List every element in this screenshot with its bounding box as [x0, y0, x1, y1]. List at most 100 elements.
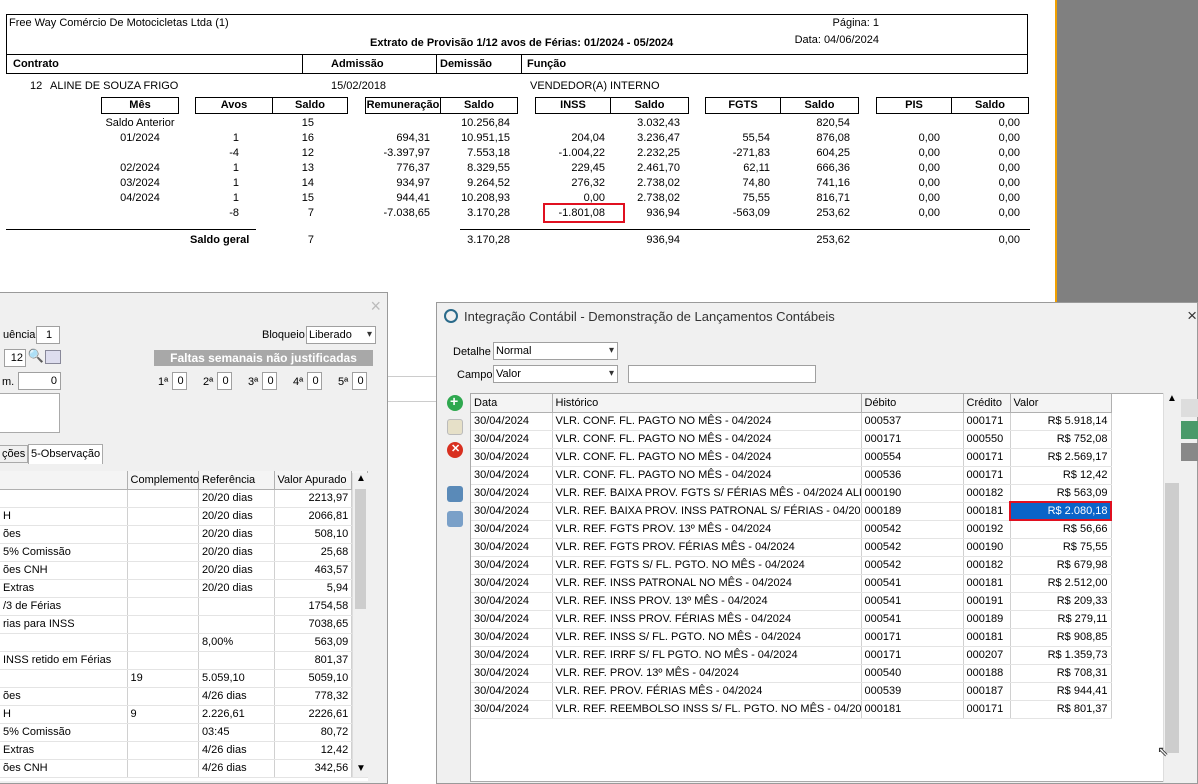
table-row[interactable]: /3 de Férias1754,58+ [0, 597, 368, 616]
report-cell-remun: -7.038,65 [383, 207, 430, 219]
table-cell [127, 597, 199, 616]
table-row[interactable]: ões20/20 dias508,10+ [0, 525, 368, 544]
copy-icon[interactable] [447, 486, 463, 502]
table-row[interactable]: 8,00%563,09= [0, 633, 368, 652]
left-grid-scrollbar[interactable]: ▲ ▼ [352, 473, 368, 777]
m-input[interactable]: 0 [18, 372, 61, 390]
table-row[interactable]: 30/04/2024 VLR. REF. PROV. 13º MÊS - 04/2… [471, 664, 1112, 683]
export-icon[interactable] [1181, 421, 1198, 439]
table-cell: VLR. REF. INSS PATRONAL NO MÊS - 04/2024 [552, 574, 862, 593]
detalhe-select[interactable]: Normal [493, 342, 618, 360]
table-row[interactable]: rias para INSS7038,65- [0, 615, 368, 634]
code-input[interactable]: 12 [4, 349, 26, 367]
entries-scroll-up-icon[interactable]: ▲ [1167, 393, 1177, 404]
table-row[interactable]: H92.226,612226,61+ [0, 705, 368, 724]
week-input[interactable]: 0 [307, 372, 322, 390]
table-row[interactable]: 30/04/2024 VLR. CONF. FL. PAGTO NO MÊS - … [471, 412, 1112, 431]
left-column-header[interactable]: Complemento [127, 471, 199, 490]
table-row[interactable]: H20/20 dias2066,81+ [0, 507, 368, 526]
table-row[interactable]: 30/04/2024 VLR. CONF. FL. PAGTO NO MÊS - … [471, 448, 1112, 467]
table-row[interactable]: ões4/26 dias778,32+ [0, 687, 368, 706]
left-column-header[interactable] [0, 471, 128, 490]
tab-observacao[interactable]: 5-Observação [28, 444, 103, 464]
left-column-header[interactable]: Valor Apurado [274, 471, 353, 490]
table-cell: 30/04/2024 [471, 520, 553, 539]
table-row[interactable]: 30/04/2024 VLR. REF. INSS PROV. FÉRIAS MÊ… [471, 610, 1112, 629]
table-row[interactable]: Extras4/26 dias12,42+ [0, 741, 368, 760]
left-window-close-icon[interactable]: × [370, 296, 381, 317]
table-row[interactable]: 20/20 dias2213,97+ [0, 489, 368, 508]
table-cell: 000540 [861, 664, 964, 683]
scroll-thumb[interactable] [355, 489, 366, 609]
table-cell [198, 651, 275, 670]
table-row[interactable]: 5% Comissão03:4580,72+ [0, 723, 368, 742]
table-row[interactable]: 30/04/2024 VLR. REF. FGTS PROV. FÉRIAS MÊ… [471, 538, 1112, 557]
campo-select[interactable]: Valor [493, 365, 618, 383]
bloqueio-select[interactable]: Liberado [306, 326, 376, 344]
table-cell: VLR. REF. IRRF S/ FL PGTO. NO MÊS - 04/2… [552, 646, 862, 665]
week-label: 1ª [158, 376, 169, 388]
report-cell-inss: -1.004,22 [558, 147, 605, 159]
table-row[interactable]: 30/04/2024 VLR. REF. REEMBOLSO INSS S/ FL… [471, 700, 1112, 719]
table-cell: 000189 [963, 610, 1011, 629]
table-row[interactable]: 30/04/2024 VLR. REF. FGTS PROV. 13º MÊS -… [471, 520, 1112, 539]
table-row[interactable]: 30/04/2024 VLR. REF. BAIXA PROV. FGTS S/ … [471, 484, 1112, 503]
table-row[interactable]: 30/04/2024 VLR. REF. INSS PATRONAL NO MÊS… [471, 574, 1112, 593]
table-row[interactable]: 30/04/2024 VLR. REF. BAIXA PROV. INSS PAT… [471, 501, 1112, 521]
search-icon[interactable]: 🔍 [27, 348, 45, 366]
list-icon[interactable] [45, 350, 61, 364]
left-column-header[interactable]: Referência [198, 471, 275, 490]
table-row[interactable]: 30/04/2024 VLR. REF. FGTS S/ FL. PGTO. NO… [471, 556, 1112, 575]
print-icon[interactable] [1181, 443, 1198, 461]
table-row[interactable]: 30/04/2024 VLR. CONF. FL. PAGTO NO MÊS - … [471, 430, 1112, 449]
table-row[interactable]: 5% Comissão20/20 dias25,68+ [0, 543, 368, 562]
table-cell: 000189 [861, 502, 964, 521]
entries-column-header[interactable]: Crédito [963, 394, 1011, 413]
entries-column-header[interactable]: Data [471, 394, 553, 413]
table-row[interactable]: 30/04/2024 VLR. REF. PROV. FÉRIAS MÊS - 0… [471, 682, 1112, 701]
table-cell [127, 543, 199, 562]
table-cell: 342,56 [274, 759, 353, 778]
scroll-up-icon[interactable]: ▲ [356, 473, 366, 484]
window-close-icon[interactable]: × [1187, 306, 1197, 326]
edit-icon[interactable] [447, 419, 463, 435]
table-row[interactable]: ões CNH4/26 dias342,56+ [0, 759, 368, 778]
table-cell: R$ 209,33 [1010, 592, 1112, 611]
table-cell: R$ 1.359,73 [1010, 646, 1112, 665]
sequencia-input[interactable]: 1 [36, 326, 60, 344]
table-row[interactable]: 30/04/2024 VLR. CONF. FL. PAGTO NO MÊS - … [471, 466, 1112, 485]
table-row[interactable]: 195.059,105059,10+ [0, 669, 368, 688]
table-cell: H [0, 705, 128, 724]
tab-previous[interactable]: ções [0, 445, 28, 463]
report-cell-saldo5: 0,00 [998, 207, 1020, 219]
delete-icon[interactable]: ✕ [447, 442, 463, 458]
week-input[interactable]: 0 [352, 372, 367, 390]
table-cell: 7038,65 [274, 615, 353, 634]
table-row[interactable]: 30/04/2024 VLR. REF. IRRF S/ FL PGTO. NO … [471, 646, 1112, 665]
table-cell: 5% Comissão [0, 543, 128, 562]
edit-table-icon[interactable] [447, 511, 463, 527]
table-row[interactable]: Extras20/20 dias5,94+ [0, 579, 368, 598]
table-cell: 000181 [963, 502, 1011, 521]
notes-box[interactable] [0, 393, 60, 433]
table-row[interactable]: INSS retido em Férias801,37+ [0, 651, 368, 670]
header-saldo-fgts: Saldo [780, 97, 859, 114]
report-cell-saldo3: 2.232,25 [637, 147, 680, 159]
entries-column-header[interactable]: Débito [861, 394, 964, 413]
entries-column-header[interactable]: Valor [1010, 394, 1112, 413]
entries-scrollbar[interactable]: ▲ [1163, 393, 1180, 782]
scroll-down-icon[interactable]: ▼ [356, 763, 366, 774]
week-input[interactable]: 0 [262, 372, 277, 390]
table-cell: 000207 [963, 646, 1011, 665]
entries-scroll-thumb[interactable] [1165, 483, 1179, 753]
table-cell: VLR. REF. REEMBOLSO INSS S/ FL. PGTO. NO… [552, 700, 862, 719]
side-tool-icon[interactable] [1181, 399, 1198, 417]
add-icon[interactable]: + [447, 393, 463, 411]
table-row[interactable]: 30/04/2024 VLR. REF. INSS PROV. 13º MÊS -… [471, 592, 1112, 611]
table-row[interactable]: ões CNH20/20 dias463,57+ [0, 561, 368, 580]
entries-column-header[interactable]: Histórico [552, 394, 862, 413]
search-input[interactable] [628, 365, 816, 383]
week-input[interactable]: 0 [172, 372, 187, 390]
week-input[interactable]: 0 [217, 372, 232, 390]
table-row[interactable]: 30/04/2024 VLR. REF. INSS S/ FL. PGTO. NO… [471, 628, 1112, 647]
